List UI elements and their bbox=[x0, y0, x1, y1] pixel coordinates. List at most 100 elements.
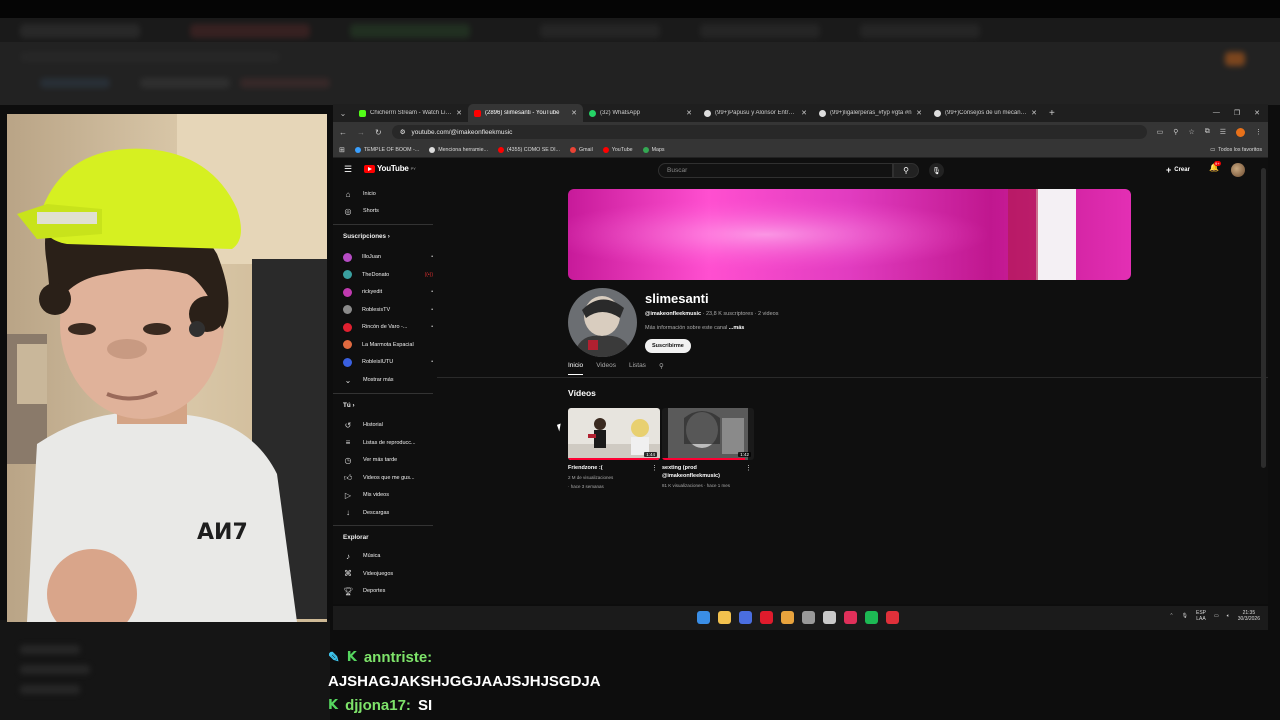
reading-list-icon[interactable]: ☰ bbox=[1220, 128, 1226, 136]
video-thumbnail[interactable]: 1:42 bbox=[662, 408, 754, 460]
you-header-label: Tú bbox=[343, 402, 351, 409]
chrome-icon[interactable] bbox=[781, 611, 794, 624]
url-field[interactable]: ⚙ youtube.com/@imakeonfleekmusic bbox=[391, 125, 1147, 139]
new-tab-icon[interactable]: + bbox=[1049, 108, 1055, 119]
spotify-icon[interactable] bbox=[865, 611, 878, 624]
you-header[interactable]: Tú › bbox=[343, 402, 355, 409]
capcut-icon[interactable] bbox=[844, 611, 857, 624]
opera-icon[interactable] bbox=[760, 611, 773, 624]
volume-icon[interactable]: 🔈︎ bbox=[1227, 613, 1230, 619]
profile-avatar[interactable] bbox=[1236, 127, 1245, 137]
bookmark-item[interactable]: Menciona herramie... bbox=[429, 146, 488, 153]
sidebar-item-gaming[interactable]: ⌘ Videojuegos bbox=[343, 567, 433, 581]
video-title[interactable]: Friendzone :( bbox=[568, 464, 660, 472]
sidebar-item-downloads[interactable]: ↓ Descargas bbox=[343, 506, 433, 520]
hamburger-menu-icon[interactable]: ☰ bbox=[344, 164, 352, 175]
microphone-icon[interactable]: 🎙 bbox=[929, 163, 944, 178]
close-icon[interactable]: ✕ bbox=[801, 109, 807, 117]
store-icon[interactable] bbox=[739, 611, 752, 624]
close-icon[interactable]: ✕ bbox=[686, 109, 692, 117]
site-info-icon[interactable]: ⚙ bbox=[400, 128, 406, 136]
bookmark-item[interactable]: YouTube bbox=[602, 146, 633, 153]
tab-kick[interactable]: Chicherrri Stream - Watch Live on Kick ✕ bbox=[353, 104, 468, 122]
cast-icon[interactable]: ▭ bbox=[1157, 128, 1164, 136]
close-icon[interactable]: ✕ bbox=[456, 109, 462, 117]
bookmark-item[interactable]: Maps bbox=[642, 146, 665, 153]
video-menu-icon[interactable]: ⋮ bbox=[745, 464, 752, 472]
back-icon[interactable]: ← bbox=[339, 128, 347, 137]
video-menu-icon[interactable]: ⋮ bbox=[651, 464, 658, 472]
sidebar-item-sports[interactable]: 🏆︎ Deportes bbox=[343, 584, 433, 598]
tab-whatsapp[interactable]: (32) WhatsApp ✕ bbox=[583, 104, 698, 122]
bookmark-item[interactable]: TEMPLE OF BOOM -... bbox=[354, 146, 419, 153]
tab-search-icon[interactable]: ⌄ bbox=[337, 107, 349, 119]
tab-tiktok-3[interactable]: (99+)Consejos de un mecánico ✕ bbox=[928, 104, 1043, 122]
tab-tiktok-1[interactable]: (99+)Papusu y Alonsor Entre Amigos ✕ bbox=[698, 104, 813, 122]
sidebar-item-liked[interactable]: 👍︎ Videos que me gus... bbox=[343, 471, 433, 485]
sidebar-item-my-videos[interactable]: ▷ Mis videos bbox=[343, 488, 433, 502]
tab-listas[interactable]: Listas bbox=[629, 362, 646, 375]
bookmark-star-icon[interactable]: ☆ bbox=[1188, 128, 1194, 136]
create-button[interactable]: + Crear bbox=[1166, 163, 1190, 177]
tab-inicio[interactable]: Inicio bbox=[568, 362, 584, 375]
channel-more-info[interactable]: Más información sobre este canal ...más bbox=[645, 325, 744, 331]
sidebar-item-playlists[interactable]: ≡ Listas de reproducc... bbox=[343, 436, 433, 450]
sidebar-item-watch-later[interactable]: ◷ Ver más tarde bbox=[343, 453, 433, 467]
menu-icon[interactable]: ⋮ bbox=[1255, 128, 1262, 136]
minimize-icon[interactable]: — bbox=[1213, 109, 1220, 117]
close-icon[interactable]: ✕ bbox=[916, 109, 922, 117]
sidebar-item-la-marmota[interactable]: La Marmota Espacial bbox=[343, 338, 433, 352]
bookmark-item[interactable]: (4355) COMO SE DI... bbox=[497, 146, 560, 153]
sidebar-item-roblesistv[interactable]: RoblesisTV • bbox=[343, 303, 433, 317]
zoom-icon[interactable]: ⚲ bbox=[1173, 128, 1178, 136]
video-card[interactable]: 1:44 Friendzone :( 2 M de visualizacione… bbox=[568, 408, 660, 490]
apps-grid-icon[interactable]: ⊞ bbox=[339, 146, 345, 154]
record-icon[interactable] bbox=[886, 611, 899, 624]
channel-search-icon[interactable]: ⚲ bbox=[659, 362, 664, 375]
bookmark-item[interactable]: Gmail bbox=[569, 146, 593, 153]
sidebar-item-rincon-de-varo[interactable]: Rincón de Varo -... • bbox=[343, 320, 433, 334]
video-thumbnail[interactable]: 1:44 bbox=[568, 408, 660, 460]
channel-avatar-image[interactable] bbox=[568, 288, 637, 357]
tab-videos[interactable]: Videos bbox=[596, 362, 616, 375]
sidebar-item-illojuan[interactable]: IlloJuan • bbox=[343, 250, 433, 264]
search-input[interactable]: Buscar bbox=[658, 163, 893, 178]
settings-icon[interactable] bbox=[802, 611, 815, 624]
sidebar-item-thedonato[interactable]: TheDonato ((•)) bbox=[343, 268, 433, 282]
steam-icon[interactable] bbox=[823, 611, 836, 624]
language-indicator[interactable]: ESP LAA bbox=[1196, 610, 1206, 622]
extensions-icon[interactable]: ⧉ bbox=[1205, 128, 1210, 136]
sidebar-item-robleisiutu[interactable]: RobleisIUTU • bbox=[343, 355, 433, 369]
sidebar-item-music[interactable]: ♪ Música bbox=[343, 549, 433, 563]
account-avatar[interactable] bbox=[1231, 163, 1245, 177]
search-icon[interactable]: ⚲ bbox=[893, 163, 919, 178]
video-card[interactable]: 1:42 sexting (prod @imakeonfleekmusic) 8… bbox=[662, 408, 754, 489]
chevron-up-icon[interactable]: ⌃ bbox=[1169, 613, 1173, 619]
subscribe-button[interactable]: Suscribirme bbox=[645, 339, 691, 353]
window-close-icon[interactable]: ✕ bbox=[1254, 109, 1260, 117]
sidebar-item-shorts[interactable]: ◎ Shorts bbox=[343, 204, 433, 218]
video-title[interactable]: sexting (prod @imakeonfleekmusic) bbox=[662, 464, 754, 480]
all-bookmarks[interactable]: ▭ Todos los favoritos bbox=[1210, 147, 1262, 153]
page-scrollbar[interactable] bbox=[1261, 168, 1266, 468]
tab-tiktok-2[interactable]: (99+)ligalerperas_#fyp #gta #n ✕ bbox=[813, 104, 928, 122]
watch-progress-bar bbox=[568, 458, 660, 460]
sidebar-item-home[interactable]: ⌂ Inicio bbox=[343, 187, 433, 201]
network-icon[interactable]: ▭ bbox=[1214, 613, 1219, 619]
clock[interactable]: 21:35 30/3/2026 bbox=[1238, 610, 1260, 622]
maximize-icon[interactable]: ❐ bbox=[1234, 109, 1240, 117]
forward-icon[interactable]: → bbox=[357, 128, 365, 137]
sidebar-item-history[interactable]: ↺ Historial bbox=[343, 418, 433, 432]
youtube-logo[interactable]: YouTube PY bbox=[364, 164, 416, 173]
notifications-bell-icon[interactable]: 🔔 9+ bbox=[1209, 161, 1221, 172]
close-icon[interactable]: ✕ bbox=[571, 109, 577, 117]
close-icon[interactable]: ✕ bbox=[1031, 109, 1037, 117]
microphone-tray-icon[interactable]: 🎙 bbox=[1182, 613, 1188, 619]
reload-icon[interactable]: ↻ bbox=[375, 128, 382, 137]
tab-youtube[interactable]: (2896) slimesanti - YouTube ✕ bbox=[468, 104, 583, 122]
subscriptions-header[interactable]: Suscripciones › bbox=[343, 233, 390, 240]
sidebar-show-more[interactable]: ⌄ Mostrar más bbox=[343, 373, 433, 387]
sidebar-item-rickyedit[interactable]: rickyedit • bbox=[343, 285, 433, 299]
windows-start-icon[interactable] bbox=[697, 611, 710, 624]
file-explorer-icon[interactable] bbox=[718, 611, 731, 624]
